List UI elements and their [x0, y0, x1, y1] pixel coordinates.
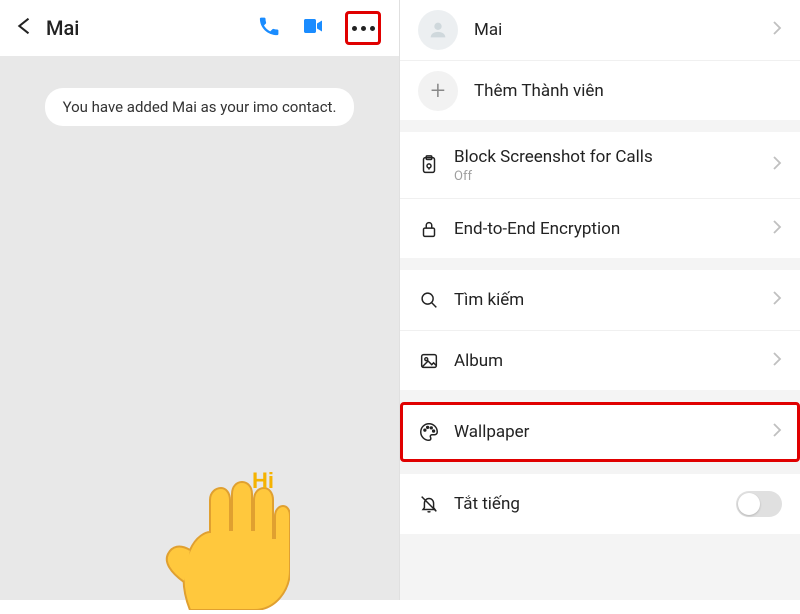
block-screenshot-status: Off	[454, 169, 772, 184]
sticker-text: Hi	[252, 468, 274, 494]
plus-icon: +	[418, 71, 458, 111]
video-call-icon[interactable]	[301, 14, 325, 42]
image-icon	[418, 350, 454, 372]
settings-panel: Mai + Thêm Thành viên Block Screenshot f…	[400, 0, 800, 600]
contact-row[interactable]: Mai	[400, 0, 800, 60]
block-screenshot-row[interactable]: Block Screenshot for Calls Off	[400, 132, 800, 198]
album-label: Album	[454, 351, 772, 371]
wallpaper-row[interactable]: Wallpaper	[400, 402, 800, 462]
add-member-row[interactable]: + Thêm Thành viên	[400, 60, 800, 120]
chevron-right-icon	[772, 290, 782, 310]
more-options-icon[interactable]	[345, 11, 381, 45]
avatar-icon	[418, 10, 458, 50]
add-member-label: Thêm Thành viên	[474, 81, 782, 101]
section-divider	[400, 120, 800, 132]
mute-toggle[interactable]	[736, 491, 782, 517]
contact-name: Mai	[474, 20, 772, 40]
system-message: You have added Mai as your imo contact.	[45, 88, 355, 126]
chat-title: Mai	[46, 16, 245, 40]
chevron-right-icon	[772, 20, 782, 40]
section-divider	[400, 462, 800, 474]
chevron-right-icon	[772, 422, 782, 442]
section-divider	[400, 258, 800, 270]
encryption-label: End-to-End Encryption	[454, 219, 772, 239]
search-icon	[418, 289, 454, 311]
lock-icon	[418, 218, 454, 240]
search-label: Tìm kiếm	[454, 290, 772, 310]
chevron-right-icon	[772, 219, 782, 239]
block-screenshot-label: Block Screenshot for Calls	[454, 147, 772, 167]
album-row[interactable]: Album	[400, 330, 800, 390]
mute-label: Tắt tiếng	[454, 494, 736, 514]
chat-header: Mai	[0, 0, 399, 56]
clipboard-lock-icon	[418, 154, 454, 176]
chat-body: You have added Mai as your imo contact. …	[0, 56, 399, 600]
encryption-row[interactable]: End-to-End Encryption	[400, 198, 800, 258]
back-icon[interactable]	[12, 15, 34, 41]
bell-off-icon	[418, 493, 454, 515]
search-row[interactable]: Tìm kiếm	[400, 270, 800, 330]
chevron-right-icon	[772, 351, 782, 371]
palette-icon	[418, 421, 454, 443]
chevron-right-icon	[772, 155, 782, 175]
chat-panel: Mai You have added Mai as your imo conta…	[0, 0, 400, 600]
mute-row[interactable]: Tắt tiếng	[400, 474, 800, 534]
section-divider	[400, 390, 800, 402]
voice-call-icon[interactable]	[257, 14, 281, 42]
wallpaper-label: Wallpaper	[454, 422, 772, 442]
wave-sticker[interactable]: Hi	[150, 470, 290, 610]
header-actions	[257, 11, 387, 45]
